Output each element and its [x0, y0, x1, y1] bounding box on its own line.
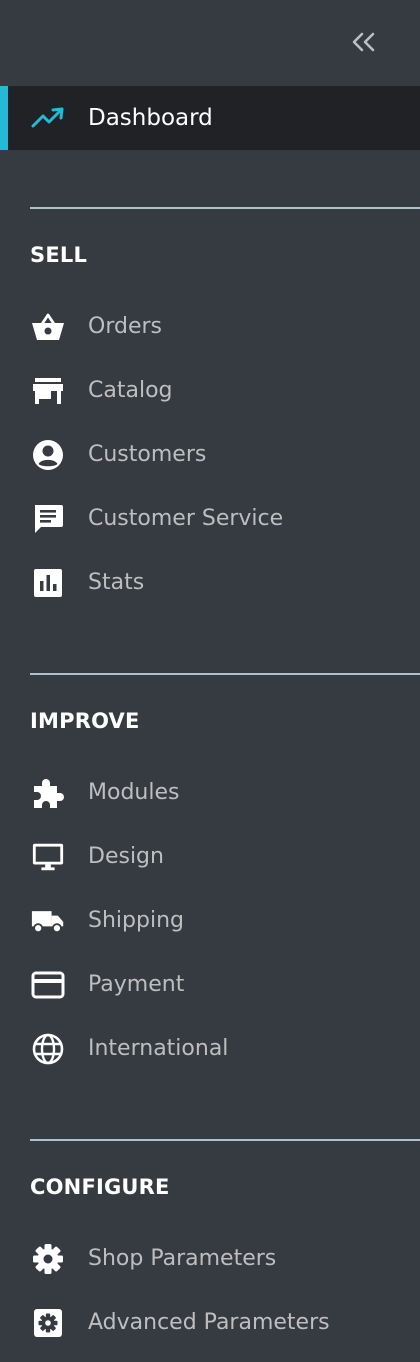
double-chevron-left-icon	[350, 31, 378, 53]
globe-icon	[31, 1033, 65, 1065]
truck-icon	[31, 905, 65, 937]
sidebar-item-dashboard[interactable]: Dashboard	[0, 86, 420, 150]
sidebar-item-advanced-parameters[interactable]: Advanced Parameters	[0, 1297, 420, 1349]
sidebar-item-customer-service[interactable]: Customer Service	[0, 493, 420, 545]
sidebar-item-shop-parameters[interactable]: Shop Parameters	[0, 1233, 420, 1285]
sidebar-item-customers[interactable]: Customers	[0, 429, 420, 481]
puzzle-icon	[31, 777, 65, 809]
desktop-icon	[31, 841, 65, 873]
sidebar-item-modules[interactable]: Modules	[0, 767, 420, 819]
sidebar-item-label: Modules	[88, 780, 180, 805]
section-divider	[30, 673, 420, 675]
sidebar-item-label: Shop Parameters	[88, 1246, 277, 1271]
sidebar-item-label: Dashboard	[88, 105, 213, 131]
sidebar-item-label: Advanced Parameters	[88, 1310, 330, 1335]
section-title-improve: IMPROVE	[30, 709, 140, 733]
trending-up-icon	[30, 102, 66, 134]
section-title-configure: CONFIGURE	[30, 1175, 170, 1199]
shopping-basket-icon	[31, 311, 65, 343]
sidebar-item-design[interactable]: Design	[0, 831, 420, 883]
sidebar-item-catalog[interactable]: Catalog	[0, 365, 420, 417]
chat-icon	[31, 503, 65, 535]
sidebar-item-label: Catalog	[88, 378, 173, 403]
sidebar-item-label: Payment	[88, 972, 185, 997]
gear-icon	[31, 1243, 65, 1275]
sidebar-item-orders[interactable]: Orders	[0, 301, 420, 353]
section-divider	[30, 207, 420, 209]
sidebar-item-shipping[interactable]: Shipping	[0, 895, 420, 947]
sidebar-item-label: Stats	[88, 570, 145, 595]
sidebar-item-payment[interactable]: Payment	[0, 959, 420, 1011]
sidebar-item-label: Customer Service	[88, 506, 284, 531]
sidebar-item-label: Customers	[88, 442, 207, 467]
sidebar-item-stats[interactable]: Stats	[0, 557, 420, 609]
section-divider	[30, 1139, 420, 1141]
credit-card-icon	[31, 969, 65, 1001]
sidebar-item-label: Orders	[88, 314, 162, 339]
sidebar-item-international[interactable]: International	[0, 1023, 420, 1075]
bar-chart-icon	[31, 567, 65, 599]
active-indicator	[0, 86, 8, 150]
settings-applications-icon	[31, 1307, 65, 1339]
section-title-sell: SELL	[30, 243, 88, 267]
sidebar-item-label: International	[88, 1036, 229, 1061]
account-circle-icon	[31, 439, 65, 471]
store-icon	[31, 375, 65, 407]
sidebar-item-label: Design	[88, 844, 164, 869]
sidebar-item-label: Shipping	[88, 908, 184, 933]
collapse-sidebar-button[interactable]	[340, 24, 388, 60]
